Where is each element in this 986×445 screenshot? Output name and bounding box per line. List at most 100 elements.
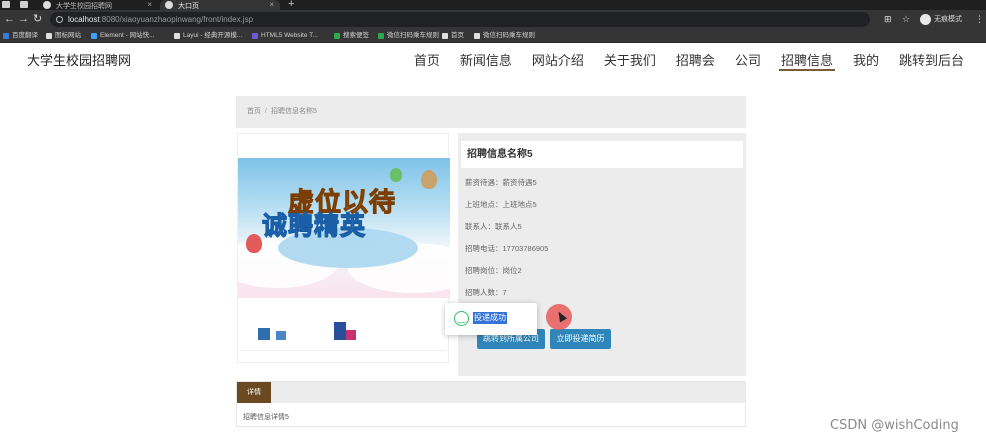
balloon-icon <box>390 168 402 182</box>
detail-content: 招聘信息详情5 <box>243 414 289 421</box>
bookmark-item[interactable]: 图标网站 <box>46 31 81 41</box>
bookmark-item[interactable]: 搜索便签 <box>334 31 369 41</box>
browser-tab[interactable]: 大学生校园招聘网 × <box>38 0 158 10</box>
job-title: 招聘信息名称5 <box>461 141 743 168</box>
nav-job-fair[interactable]: 招聘会 <box>666 52 725 70</box>
job-image-panel: 虚位以待 诚聘精英 <box>237 133 450 363</box>
main-nav: 首页 新闻信息 网站介绍 关于我们 招聘会 公司 招聘信息 我的 跳转到后台 <box>404 52 974 71</box>
breadcrumb-current: 招聘信息名称5 <box>270 108 317 115</box>
bookmark-item[interactable]: 微信扫码乘车规则 <box>378 31 439 41</box>
bookmark-icon <box>3 33 9 39</box>
browser-tab-strip: 大学生校园招聘网 × 大口页 × + <box>0 0 986 10</box>
success-toast: ‿ 投递成功 <box>445 303 537 335</box>
reload-icon[interactable]: ↻ <box>33 12 42 26</box>
nav-news[interactable]: 新闻信息 <box>450 52 522 70</box>
salary-row: 薪资待遇：薪资待遇5 <box>465 177 537 189</box>
window-menu-icon[interactable] <box>2 1 10 8</box>
balloon-icon <box>421 170 437 189</box>
bookmarks-bar: 百度翻译 图标网站 Element - 网站快... Layui - 经典开源模… <box>0 29 986 43</box>
image-thumbnails <box>256 320 436 340</box>
bookmark-item[interactable]: 百度翻译 <box>3 31 38 41</box>
job-info-panel: 招聘信息名称5 薪资待遇：薪资待遇5 上班地点：上班地点5 联系人：联系人5 招… <box>458 133 746 376</box>
bookmark-label: Element - 网站快... <box>100 32 155 39</box>
tab-detail[interactable]: 详情 <box>237 382 271 403</box>
bookmark-item[interactable]: HTML5 Website T... <box>252 31 318 41</box>
banner-headline: 诚聘精英 <box>261 212 367 241</box>
apply-resume-button[interactable]: 立即投递简历 <box>550 329 611 349</box>
bookmark-item[interactable]: Layui - 经典开源模... <box>174 31 242 41</box>
bookmark-item[interactable]: Element - 网站快... <box>91 31 155 41</box>
nav-admin[interactable]: 跳转到后台 <box>889 52 974 70</box>
bookmark-label: 搜索便签 <box>343 32 369 39</box>
field-value: 7 <box>502 288 507 297</box>
field-label: 招聘岗位： <box>465 266 503 275</box>
toast-message: 投递成功 <box>473 312 507 324</box>
breadcrumb-home[interactable]: 首页 <box>247 108 261 115</box>
detail-section: 详情 招聘信息详情5 <box>236 381 746 427</box>
nav-about-us[interactable]: 关于我们 <box>594 52 666 70</box>
location-row: 上班地点：上班地点5 <box>465 199 537 211</box>
tab-search-icon[interactable] <box>20 1 28 8</box>
nav-home[interactable]: 首页 <box>404 52 450 70</box>
nav-site-intro[interactable]: 网站介绍 <box>522 52 594 70</box>
field-value: 上班地点5 <box>502 200 537 209</box>
nav-job-info[interactable]: 招聘信息 <box>771 52 843 71</box>
incognito-profile-button[interactable]: 无痕模式 <box>920 12 962 26</box>
balloon-icon <box>246 234 262 253</box>
field-label: 招聘人数： <box>465 288 503 297</box>
back-icon[interactable]: ← <box>4 12 15 26</box>
field-value: 薪资待遇5 <box>502 178 537 187</box>
thumbnail[interactable] <box>346 330 356 340</box>
bookmark-item[interactable]: 首页 <box>442 31 464 41</box>
bookmark-icon <box>91 33 97 39</box>
thumbnail[interactable] <box>258 328 270 340</box>
browser-toolbar: ← → ↻ localhost:8080/xiaoyuanzhaopinwang… <box>0 10 986 29</box>
address-bar[interactable]: localhost:8080/xiaoyuanzhaopinwang/front… <box>50 12 870 27</box>
forward-icon[interactable]: → <box>18 12 29 26</box>
bookmark-label: HTML5 Website T... <box>261 32 318 39</box>
favicon-icon <box>165 1 173 9</box>
new-tab-icon[interactable]: + <box>288 0 294 10</box>
site-logo-title[interactable]: 大学生校园招聘网 <box>27 50 131 69</box>
browser-tab-active[interactable]: 大口页 × <box>160 0 280 10</box>
bookmark-icon <box>174 33 180 39</box>
field-value: 17703786905 <box>502 244 549 253</box>
field-label: 招聘电话： <box>465 244 503 253</box>
bookmark-item[interactable]: 微信扫码乘车规则 <box>474 31 535 41</box>
watermark: CSDN @wishCoding <box>830 418 959 433</box>
address-path: :8080/xiaoyuanzhaopinwang/front/index.js… <box>99 15 254 24</box>
more-menu-icon[interactable]: ⋮ <box>975 12 984 26</box>
nav-company[interactable]: 公司 <box>725 52 771 70</box>
thumbnail[interactable] <box>334 322 346 340</box>
profile-label: 无痕模式 <box>934 16 962 23</box>
close-icon[interactable]: × <box>269 0 274 9</box>
contact-row: 联系人：联系人5 <box>465 221 522 233</box>
close-icon[interactable]: × <box>147 0 152 9</box>
bookmark-star-icon[interactable]: ☆ <box>902 12 910 26</box>
field-value: 联系人5 <box>495 222 522 231</box>
thumbnail[interactable] <box>276 331 286 340</box>
detail-tabbar: 详情 <box>237 382 745 403</box>
phone-row: 招聘电话：17703786905 <box>465 243 548 255</box>
smile-icon: ‿ <box>454 311 469 326</box>
address-host: localhost <box>68 15 100 24</box>
bookmark-label: 微信扫码乘车规则 <box>387 32 439 39</box>
nav-mine[interactable]: 我的 <box>843 52 889 70</box>
incognito-icon <box>920 13 931 25</box>
translate-icon[interactable]: ⊞ <box>884 12 892 26</box>
bookmark-icon <box>46 33 52 39</box>
breadcrumb: 首页 / 招聘信息名称5 <box>236 96 746 128</box>
site-info-icon[interactable] <box>56 16 63 23</box>
field-label: 上班地点： <box>465 200 503 209</box>
breadcrumb-separator: / <box>265 108 267 115</box>
tab-title: 大口页 <box>178 3 199 10</box>
favicon-icon <box>43 1 51 9</box>
bookmark-icon <box>334 33 340 39</box>
bookmark-icon <box>442 33 448 39</box>
bookmark-label: 微信扫码乘车规则 <box>483 32 535 39</box>
bookmark-label: Layui - 经典开源模... <box>183 32 243 39</box>
bookmark-label: 图标网站 <box>55 32 81 39</box>
field-value: 岗位2 <box>502 266 522 275</box>
bookmark-icon <box>252 33 258 39</box>
field-label: 薪资待遇： <box>465 178 503 187</box>
